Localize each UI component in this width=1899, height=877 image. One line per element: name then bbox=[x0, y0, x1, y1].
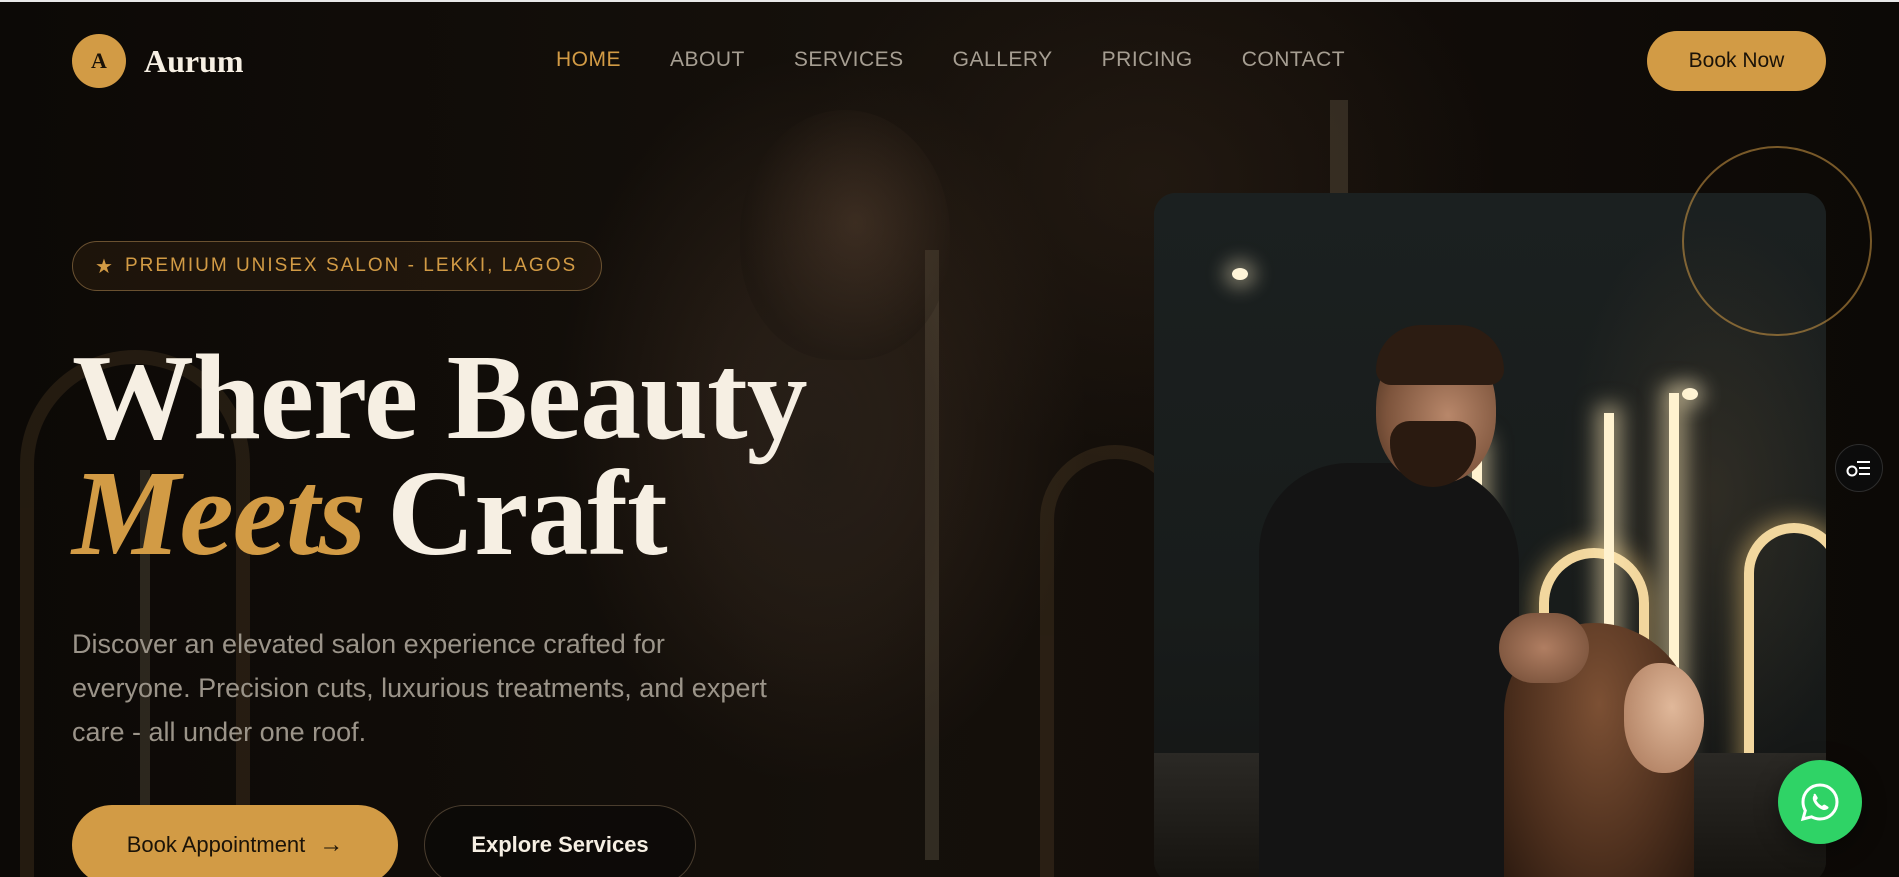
headline-accent: Meets bbox=[72, 446, 366, 581]
whatsapp-icon bbox=[1800, 783, 1839, 822]
nav-pricing[interactable]: PRICING bbox=[1102, 48, 1193, 72]
headline-rest: Craft bbox=[387, 446, 668, 581]
logo-mark: A bbox=[72, 34, 126, 88]
nav-services[interactable]: SERVICES bbox=[794, 48, 904, 72]
main-nav: HOME ABOUT SERVICES GALLERY PRICING CONT… bbox=[556, 48, 1394, 72]
headline-line-1: Where Beauty bbox=[72, 330, 808, 465]
decorative-ring bbox=[1682, 146, 1872, 336]
filter-list-icon[interactable] bbox=[1835, 444, 1883, 492]
arrow-right-icon: → bbox=[319, 831, 344, 858]
nav-gallery[interactable]: GALLERY bbox=[953, 48, 1053, 72]
brand-logo[interactable]: A Aurum bbox=[72, 34, 244, 88]
book-appointment-button[interactable]: Book Appointment → bbox=[72, 805, 398, 877]
badge-text: PREMIUM UNISEX SALON - LEKKI, LAGOS bbox=[124, 255, 578, 276]
nav-about[interactable]: ABOUT bbox=[670, 48, 745, 72]
nav-home[interactable]: HOME bbox=[556, 48, 621, 72]
star-icon: ★ bbox=[95, 255, 113, 278]
explore-services-button[interactable]: Explore Services bbox=[424, 805, 696, 877]
nav-contact[interactable]: CONTACT bbox=[1242, 48, 1345, 72]
book-now-button[interactable]: Book Now bbox=[1647, 31, 1826, 91]
hero-headline: Where Beauty Meets Craft bbox=[72, 330, 808, 575]
whatsapp-chat-button[interactable] bbox=[1778, 760, 1862, 844]
brand-name: Aurum bbox=[144, 42, 244, 79]
location-badge: ★ PREMIUM UNISEX SALON - LEKKI, LAGOS bbox=[72, 241, 603, 291]
browser-top-edge bbox=[0, 0, 1899, 2]
hero-lead-text: Discover an elevated salon experience cr… bbox=[72, 629, 767, 747]
book-appointment-label: Book Appointment bbox=[126, 832, 306, 857]
